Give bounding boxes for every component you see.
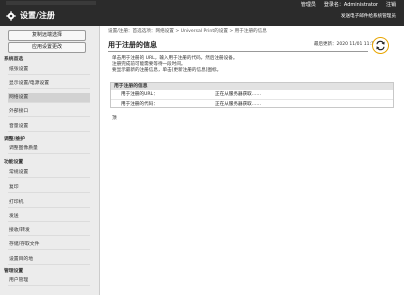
sidebar-item-external-interface[interactable]: 外部接口 (8, 107, 90, 117)
description-text: 单击用于注册的 URL，输入用于注册的代码，然后注册设备。 注册完成前可能需要等… (112, 56, 237, 74)
sidebar-item-general[interactable]: 常规设置 (8, 168, 90, 178)
registration-url-row: 用于注册的URL： 正在从服务器获取…… (111, 90, 393, 99)
app-title: 设置/注册 (20, 11, 55, 20)
apply-settings-button[interactable]: 应用设置更改 (8, 42, 86, 53)
sidebar-item-image-quality[interactable]: 调整图像质量 (8, 144, 90, 154)
page-title: 用于注册的信息 (108, 41, 157, 49)
mail-admin-link[interactable]: 发送电子邮件给系统管理员 (341, 14, 396, 20)
sidebar-item-paper[interactable]: 纸张设置 (8, 65, 90, 75)
sidebar-item-destination[interactable]: 设置目的地 (8, 255, 90, 265)
refresh-registration-info-button[interactable] (372, 37, 389, 54)
registration-code-value: 正在从服务器获取…… (215, 102, 261, 107)
sidebar-item-copy[interactable]: 复印 (8, 183, 90, 193)
sidebar-item-network[interactable]: 网络设置 (8, 93, 90, 103)
registration-code-label: 用于注册的代码： (121, 102, 158, 107)
sidebar-item-user-management[interactable]: 用户管理 (8, 276, 90, 286)
sidebar-item-receive-forward[interactable]: 接收/转发 (8, 226, 90, 236)
remote-select-button[interactable]: 复制远端选择 (8, 30, 86, 41)
section-management: 管理设置 (4, 269, 24, 274)
blurred-header-text (6, 1, 96, 5)
registration-url-label: 用于注册的URL： (121, 92, 158, 97)
registration-code-row: 用于注册的代码： 正在从服务器获取…… (111, 99, 393, 108)
registration-info-header: 用于注册的信息 (111, 83, 393, 90)
description-line: 要显示最新的注册信息，单击[更新注册的信息]图标。 (112, 68, 222, 73)
section-function-settings: 功能设置 (4, 160, 24, 165)
back-to-top-link[interactable]: 顶 (112, 116, 117, 122)
registration-url-value: 正在从服务器获取…… (215, 92, 261, 97)
sidebar: 复制远端选择 应用设置更改 系统首选 纸张设置 显示设置/电源设置 网络设置 外… (0, 26, 100, 295)
title-divider (108, 51, 368, 52)
app-header: 设置/注册 管理员 登录名：Administrator 注销 发送电子邮件给系统… (0, 0, 404, 26)
sidebar-item-send[interactable]: 发送 (8, 212, 90, 222)
settings-gear-icon (6, 11, 16, 21)
sidebar-item-store-access[interactable]: 存储/存取文件 (8, 240, 90, 250)
sidebar-item-display-power[interactable]: 显示设置/电源设置 (8, 79, 90, 89)
logout-link[interactable]: 注销 (386, 2, 396, 8)
user-label: 管理员 (300, 2, 316, 8)
registration-info-panel: 用于注册的信息 用于注册的URL： 正在从服务器获取…… 用于注册的代码： 正在… (110, 82, 394, 108)
sidebar-item-printer[interactable]: 打印机 (8, 198, 90, 208)
breadcrumb[interactable]: 设置/注册：首选选项：网络设置 > Universal Print的设置 > 用… (108, 29, 267, 35)
header-user-bar: 管理员 登录名：Administrator 注销 (301, 2, 396, 8)
login-name: 登录名：Administrator (323, 2, 378, 8)
sidebar-item-volume[interactable]: 音量设置 (8, 122, 90, 132)
section-system-prefs: 系统首选 (4, 57, 24, 62)
section-adjust-maintain: 调整/维护 (4, 137, 25, 142)
refresh-icon (376, 40, 385, 51)
